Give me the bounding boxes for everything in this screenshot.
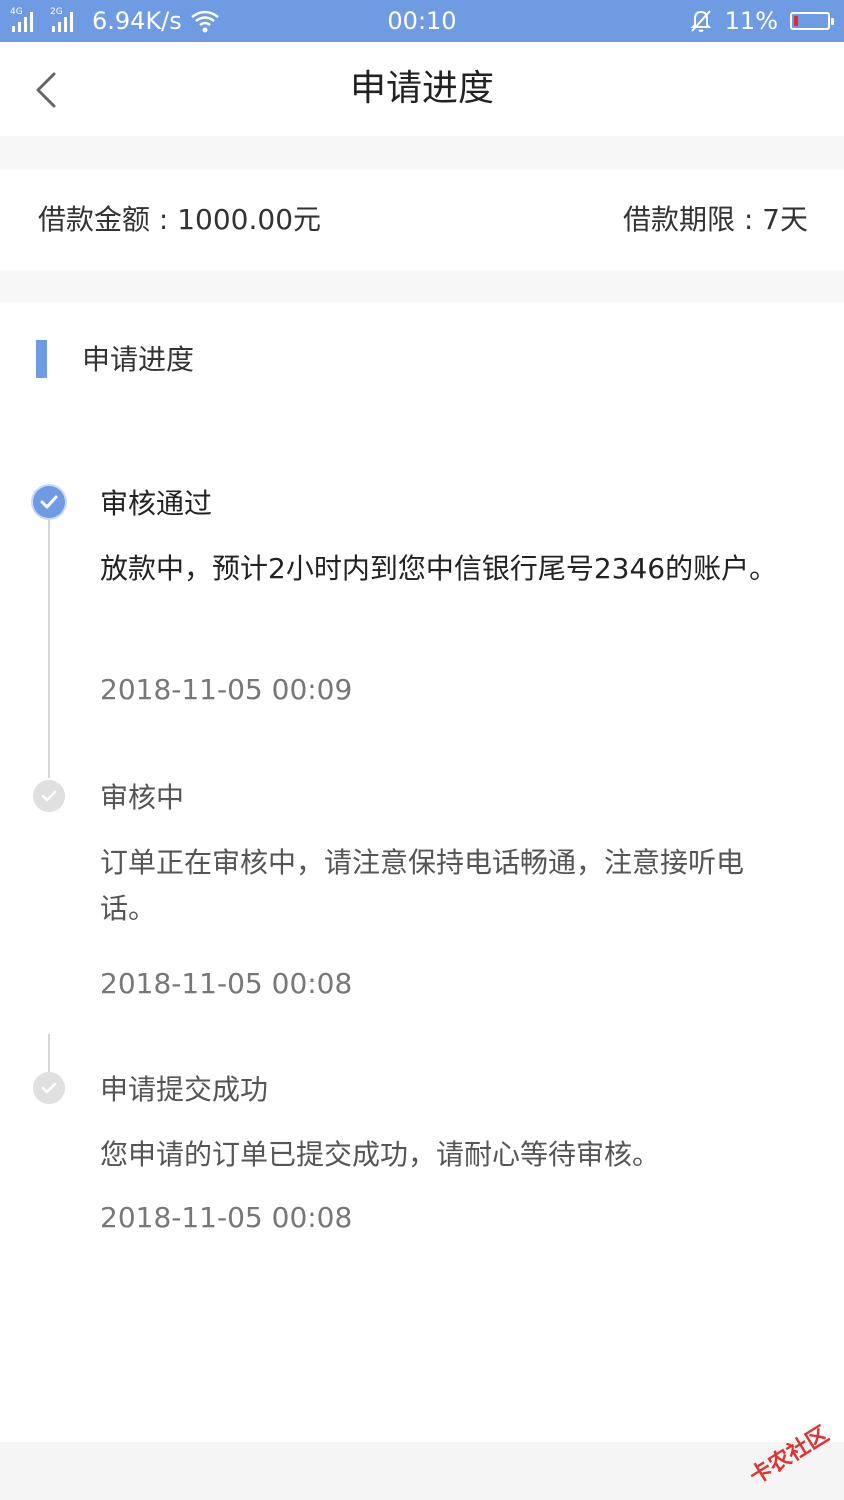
step-desc: 您申请的订单已提交成功，请耐心等待审核。 xyxy=(100,1138,661,1171)
step-time: 2018-11-05 00:08 xyxy=(100,1201,353,1234)
timeline-line xyxy=(48,1034,50,1074)
battery-percent: 11% xyxy=(724,7,778,35)
step-time: 2018-11-05 00:08 xyxy=(100,967,353,1000)
loan-term: 借款期限 : 7天 xyxy=(622,203,808,236)
check-icon xyxy=(33,780,65,812)
nav-bar: 申请进度 xyxy=(0,42,844,136)
step-time: 2018-11-05 00:09 xyxy=(100,673,353,706)
progress-card: 申请进度 审核通过 放款中，预计2小时内到您中信银行尾号2346的账户。 201… xyxy=(0,302,844,1442)
step-title: 审核通过 xyxy=(100,487,213,520)
timeline-line xyxy=(48,516,50,778)
battery-icon xyxy=(790,12,834,30)
step-title: 申请提交成功 xyxy=(100,1073,269,1106)
check-icon xyxy=(33,486,65,518)
bottom-strip xyxy=(0,1442,844,1500)
step-desc: 放款中，预计2小时内到您中信银行尾号2346的账户。 xyxy=(100,552,778,585)
section-accent-bar xyxy=(36,340,47,378)
step-desc: 订单正在审核中，请注意保持电话畅通，注意接听电话。 xyxy=(100,846,745,925)
page-title: 申请进度 xyxy=(349,68,494,109)
section-title: 申请进度 xyxy=(82,343,195,376)
step-title: 审核中 xyxy=(100,781,185,814)
battery-level xyxy=(794,16,798,26)
status-bar: 4G 2G 6.94K/s 00:10 11% xyxy=(0,0,844,42)
status-right: 11% xyxy=(689,6,834,36)
bell-muted-icon xyxy=(690,10,712,32)
loan-amount: 借款金额 : 1000.00元 xyxy=(38,203,322,236)
check-icon xyxy=(33,1072,65,1104)
loan-summary: 借款金额 : 1000.00元 借款期限 : 7天 xyxy=(0,170,844,270)
